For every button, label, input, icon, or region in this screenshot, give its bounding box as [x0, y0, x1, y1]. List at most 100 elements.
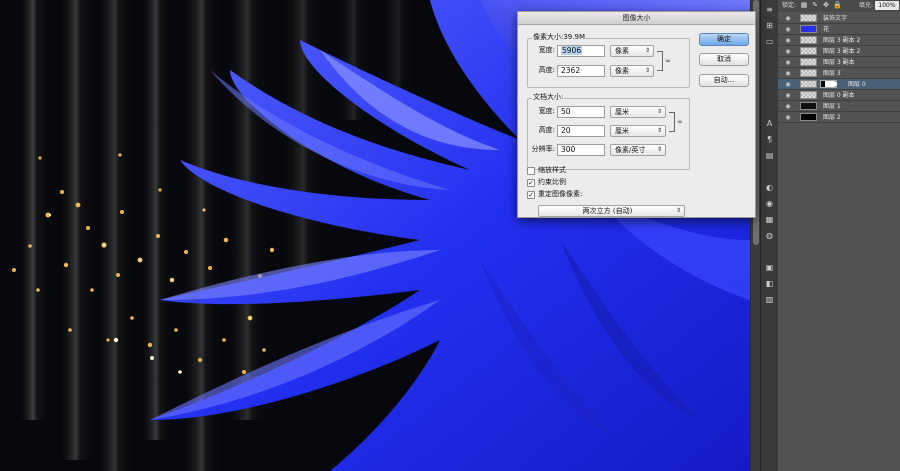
- pixel-width-unit-select[interactable]: 像素 ⇕: [610, 45, 654, 57]
- updown-arrow-icon: ⇕: [656, 127, 662, 134]
- chain-link-icon: ∞: [677, 118, 683, 126]
- eye-icon[interactable]: ◉: [783, 69, 793, 78]
- layer-row[interactable]: ◉ 图层 1: [778, 101, 900, 112]
- resolution-value: 300: [561, 145, 576, 154]
- scale-styles-label: 缩放样式: [538, 166, 566, 174]
- actions-panel-icon[interactable]: ▭: [763, 36, 776, 48]
- lock-transparent-icon[interactable]: ▦: [800, 1, 808, 10]
- layer-thumbnail: [800, 80, 817, 88]
- lock-paint-icon[interactable]: ✎: [811, 1, 819, 10]
- panel-grip-icon[interactable]: ≡: [763, 4, 776, 16]
- resolution-unit: 像素/英寸: [615, 146, 646, 154]
- brush-panel-icon[interactable]: ◐: [763, 182, 776, 194]
- cancel-button[interactable]: 取消: [699, 53, 749, 66]
- doc-height-unit: 厘米: [615, 127, 629, 135]
- layer-thumbnail: [800, 14, 817, 22]
- pixel-width-unit: 像素: [615, 47, 629, 55]
- doc-width-unit: 厘米: [615, 108, 629, 116]
- eye-icon[interactable]: ◉: [783, 47, 793, 56]
- layer-mask-thumbnail[interactable]: [820, 80, 837, 88]
- doc-height-input[interactable]: 20: [557, 125, 605, 137]
- swatches-panel-icon[interactable]: ▦: [763, 214, 776, 226]
- resolution-input[interactable]: 300: [557, 144, 605, 156]
- updown-arrow-icon: ⇕: [656, 146, 662, 153]
- resample-image-checkbox[interactable]: ✓: [527, 191, 535, 199]
- layer-thumbnail: [800, 47, 817, 55]
- doc-width-input[interactable]: 50: [557, 106, 605, 118]
- pixel-link-bracket: [657, 51, 663, 71]
- layer-thumbnail: [800, 58, 817, 66]
- layer-name: 图层 1: [823, 103, 841, 110]
- constrain-proportions-label: 约束比例: [538, 178, 566, 186]
- lock-position-icon[interactable]: ✥: [822, 1, 830, 10]
- properties-panel-icon[interactable]: ▤: [763, 150, 776, 162]
- layer-row[interactable]: ◉ 图层 3 副本 2: [778, 35, 900, 46]
- layer-row[interactable]: ◉ 装饰文字: [778, 13, 900, 24]
- eye-icon[interactable]: ◉: [783, 80, 793, 89]
- resample-method-select[interactable]: 两次立方 (自动) ⇕: [538, 205, 685, 217]
- layer-thumbnail: [800, 91, 817, 99]
- character-panel-icon[interactable]: A: [763, 118, 776, 130]
- eye-icon[interactable]: ◉: [783, 58, 793, 67]
- layer-row[interactable]: ◉ 图层 0 副本: [778, 90, 900, 101]
- eye-icon[interactable]: ◉: [783, 113, 793, 122]
- doc-width-unit-select[interactable]: 厘米 ⇕: [610, 106, 666, 118]
- ok-button[interactable]: 确定: [699, 33, 749, 46]
- eye-icon[interactable]: ◉: [783, 36, 793, 45]
- color-panel-icon[interactable]: ◍: [763, 230, 776, 242]
- auto-button[interactable]: 自动...: [699, 74, 749, 87]
- pixel-height-input[interactable]: 2362: [557, 65, 605, 77]
- updown-arrow-icon: ⇕: [675, 207, 681, 214]
- scale-styles-checkbox[interactable]: [527, 167, 535, 175]
- doc-width-value: 50: [561, 107, 571, 116]
- resolution-label: 分辨率:: [531, 145, 555, 153]
- layer-row[interactable]: ◉ 图层 3: [778, 68, 900, 79]
- updown-arrow-icon: ⇕: [644, 67, 650, 74]
- pixel-height-unit-select[interactable]: 像素 ⇕: [610, 65, 654, 77]
- eye-icon[interactable]: ◉: [783, 25, 793, 34]
- layer-name: 图层 0: [848, 81, 866, 88]
- pixel-width-input[interactable]: 5906: [557, 45, 605, 57]
- eye-icon[interactable]: ◉: [783, 91, 793, 100]
- checkmark-icon: ✓: [528, 179, 534, 187]
- layer-row[interactable]: ◉ 图层 0: [778, 79, 900, 90]
- layer-row[interactable]: ◉ 图层 2: [778, 112, 900, 123]
- doc-height-value: 20: [561, 126, 571, 135]
- layer-name: 图层 2: [823, 114, 841, 121]
- eye-icon[interactable]: ◉: [783, 102, 793, 111]
- styles-panel-icon[interactable]: ▧: [763, 294, 776, 306]
- layer-name: 图层 3 副本 2: [823, 48, 861, 55]
- layer-row[interactable]: ◉ 图层 3 副本 2: [778, 46, 900, 57]
- layer-thumbnail: [800, 102, 817, 110]
- updown-arrow-icon: ⇕: [644, 47, 650, 54]
- fill-input[interactable]: 100%: [875, 1, 899, 10]
- layer-thumbnail: [800, 36, 817, 44]
- layer-row[interactable]: ◉ 花: [778, 24, 900, 35]
- constrain-proportions-checkbox[interactable]: ✓: [527, 179, 535, 187]
- layer-name: 图层 3: [823, 70, 841, 77]
- layer-row[interactable]: ◉ 图层 3 副本: [778, 57, 900, 68]
- eye-icon[interactable]: ◉: [783, 14, 793, 23]
- image-size-dialog: 图像大小 像素大小:39.9M 宽度: 5906 像素 ⇕ 高度: 2362 像素…: [517, 11, 756, 218]
- adjustments-panel-icon[interactable]: ◧: [763, 278, 776, 290]
- pixel-height-value: 2362: [561, 66, 581, 75]
- pixel-width-value: 5906: [561, 46, 583, 55]
- doc-height-label: 高度:: [538, 126, 555, 134]
- dialog-title: 图像大小: [518, 12, 755, 25]
- pixel-dimensions-title: 像素大小:39.9M: [532, 33, 586, 42]
- lock-all-icon[interactable]: 🔒: [833, 1, 842, 10]
- doc-height-unit-select[interactable]: 厘米 ⇕: [610, 125, 666, 137]
- updown-arrow-icon: ⇕: [656, 108, 662, 115]
- layer-thumbnail: [800, 25, 817, 33]
- resolution-unit-select[interactable]: 像素/英寸 ⇕: [610, 144, 666, 156]
- resample-image-label: 重定图像像素:: [538, 190, 583, 198]
- navigator-panel-icon[interactable]: ▣: [763, 262, 776, 274]
- paragraph-panel-icon[interactable]: ¶: [763, 134, 776, 146]
- info-panel-icon[interactable]: ◉: [763, 198, 776, 210]
- lock-label: 锁定:: [782, 2, 797, 9]
- layer-name: 图层 0 副本: [823, 92, 855, 99]
- checkmark-icon: ✓: [528, 191, 534, 199]
- document-size-title: 文档大小:: [532, 93, 565, 102]
- history-panel-icon[interactable]: ⊞: [763, 20, 776, 32]
- chain-link-icon: ∞: [665, 57, 671, 65]
